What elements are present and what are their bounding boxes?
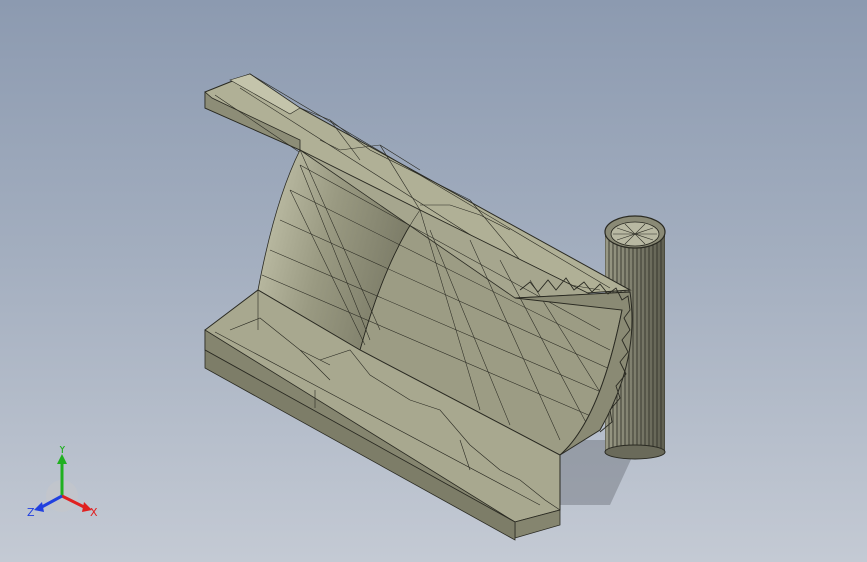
model-view[interactable] bbox=[0, 0, 867, 562]
z-axis-label: Z bbox=[27, 506, 35, 519]
z-arrow-icon bbox=[34, 502, 44, 512]
x-axis-label: X bbox=[90, 506, 98, 519]
orientation-triad[interactable]: Y X Z bbox=[26, 446, 106, 526]
graphics-viewport[interactable]: Y X Z bbox=[0, 0, 867, 562]
y-axis-label: Y bbox=[58, 446, 66, 456]
